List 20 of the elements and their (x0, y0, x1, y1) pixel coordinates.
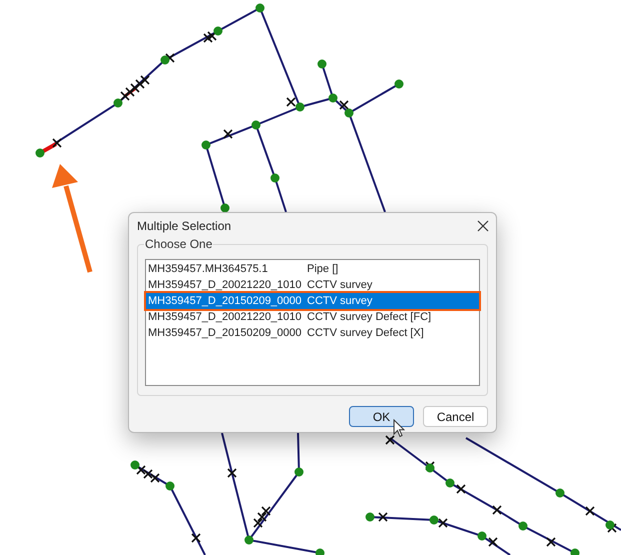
group-label: Choose One (144, 237, 214, 251)
close-icon[interactable] (476, 219, 490, 233)
item-name: MH359457_D_20021220_1010 (147, 278, 303, 292)
item-type: CCTV survey Defect [FC] (307, 310, 432, 324)
dialog-button[interactable]: OK (349, 406, 414, 427)
list-item[interactable]: MH359457_D_20150209_0000 CCTV survey (146, 293, 479, 309)
item-name: MH359457_D_20150209_0000 (147, 294, 303, 308)
dialog-button[interactable]: Cancel (423, 406, 488, 427)
item-name: MH359457_D_20021220_1010 (147, 310, 303, 324)
list-item[interactable]: MH359457_D_20021220_1010 CCTV survey (146, 277, 479, 293)
item-type: CCTV survey Defect [X] (307, 326, 424, 340)
item-type: CCTV survey (307, 278, 372, 292)
item-name: MH359457_D_20150209_0000 (147, 326, 303, 340)
dialog-title: Multiple Selection (137, 218, 232, 235)
list-item[interactable]: MH359457_D_20021220_1010 CCTV survey Defect [FC] (146, 309, 479, 325)
list-item[interactable]: MH359457_D_20150209_0000 CCTV survey Defect [X] (146, 325, 479, 341)
item-name: MH359457.MH364575.1 (147, 262, 269, 276)
item-type: Pipe [] (307, 262, 338, 276)
list-item[interactable]: MH359457.MH364575.1 Pipe [] (146, 261, 479, 277)
item-type: CCTV survey (307, 294, 372, 308)
